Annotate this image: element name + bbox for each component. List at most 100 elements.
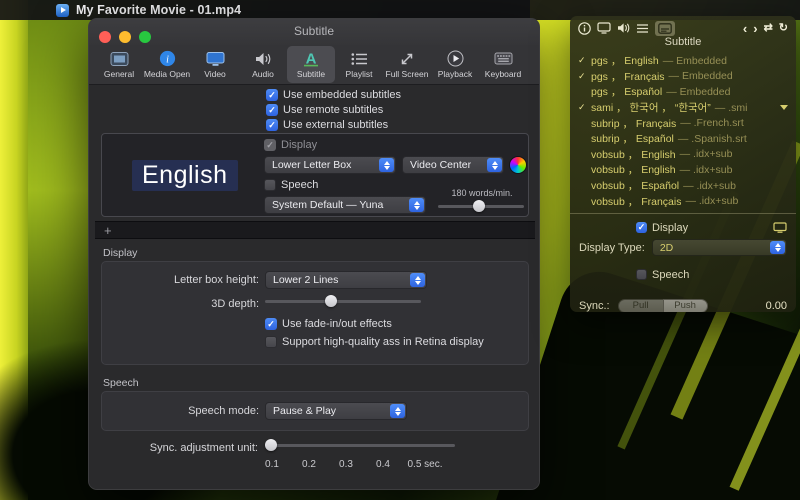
tab-subtitle[interactable]: A Subtitle — [287, 46, 335, 83]
checkbox-box — [264, 139, 276, 151]
subtitle-panel-icon[interactable] — [655, 21, 675, 36]
voice-dropdown[interactable]: System Default — Yuna — [264, 196, 426, 214]
use-remote-subtitles-checkbox[interactable]: Use remote subtitles — [266, 104, 383, 116]
tick-label: 0.1 — [257, 459, 287, 470]
slider-thumb[interactable] — [473, 200, 485, 212]
hud-speech-checkbox[interactable]: Speech — [636, 269, 689, 281]
sync-value: 0.00 — [766, 300, 787, 312]
track-suffix: — .French.srt — [680, 117, 744, 129]
close-button[interactable] — [99, 31, 111, 43]
next-icon[interactable]: › — [753, 23, 757, 34]
letterbox-height-label: Letter box height: — [102, 274, 259, 286]
tab-general[interactable]: General — [95, 46, 143, 83]
sync-push-button[interactable]: Push — [663, 299, 708, 312]
fullscreen-icon — [399, 48, 415, 69]
subtitle-hud-panel: ‹ › ⇄ ↻ Subtitle pgs ， English — Embedde… — [570, 16, 796, 312]
retina-quality-checkbox[interactable]: Support high-quality ass in Retina displ… — [265, 336, 484, 348]
previous-icon[interactable]: ‹ — [743, 23, 747, 34]
slider-thumb[interactable] — [325, 295, 337, 307]
general-icon — [110, 48, 129, 69]
speech-mode-dropdown[interactable]: Pause & Play — [265, 402, 407, 420]
subtitle-track-row[interactable]: sami ， 한국어 ， “한국어” — .smi — [570, 100, 796, 116]
video-center-dropdown[interactable]: Video Center — [402, 156, 504, 174]
speech-rate-slider[interactable] — [438, 200, 524, 212]
slider-thumb[interactable] — [265, 439, 277, 451]
checkbox-box — [264, 179, 276, 191]
monitor-icon[interactable] — [773, 222, 787, 233]
subtitle-track-row[interactable]: vobsub ， English — .idx+sub — [570, 162, 796, 178]
dropdown-value: Lower 2 Lines — [273, 274, 338, 286]
tick-label: 0.5 sec. — [395, 459, 455, 470]
shuffle-icon[interactable]: ⇄ — [764, 23, 773, 34]
chevron-down-icon[interactable] — [780, 105, 788, 110]
tab-video[interactable]: Video — [191, 46, 239, 83]
color-wheel-icon[interactable] — [510, 157, 526, 173]
fade-effects-checkbox[interactable]: Use fade-in/out effects — [265, 318, 392, 330]
window-title: Subtitle — [294, 24, 334, 38]
dropdown-value: Video Center — [410, 159, 471, 171]
speech-rate-label: 180 words/min. — [436, 188, 528, 198]
use-external-subtitles-checkbox[interactable]: Use external subtitles — [266, 119, 388, 131]
tab-playback[interactable]: Playback — [431, 46, 479, 83]
tab-label: Audio — [252, 69, 274, 79]
sync-pull-button[interactable]: Pull — [618, 299, 663, 312]
subtitle-track-row[interactable]: pgs ， Français — Embedded — [570, 69, 796, 85]
sync-unit-slider[interactable] — [265, 439, 455, 451]
tab-full-screen[interactable]: Full Screen — [383, 46, 431, 83]
tab-label: General — [104, 69, 134, 79]
depth-slider[interactable] — [265, 295, 421, 307]
track-suffix: — Embedded — [669, 70, 733, 82]
subtitle-track-row[interactable]: vobsub ， English — .idx+sub — [570, 147, 796, 163]
hud-sync-row: Sync.: Pull Push 0.00 — [570, 297, 796, 312]
track-suffix: — .smi — [715, 102, 748, 114]
minimize-button[interactable] — [119, 31, 131, 43]
use-embedded-subtitles-checkbox[interactable]: Use embedded subtitles — [266, 89, 401, 101]
checkbox-box — [266, 89, 278, 101]
subtitle-track-list: pgs ， English — Embedded pgs ， Français … — [570, 53, 796, 209]
checkbox-box — [266, 119, 278, 131]
speaker-icon[interactable] — [617, 21, 630, 36]
preview-speech-checkbox[interactable]: Speech — [264, 179, 318, 191]
speech-section-title: Speech — [103, 377, 139, 389]
subtitle-track-row[interactable]: pgs ， English — Embedded — [570, 53, 796, 69]
add-subtitle-style-button[interactable]: + — [104, 224, 112, 237]
info-icon[interactable] — [578, 21, 591, 36]
display-type-dropdown[interactable]: 2D — [652, 239, 787, 256]
check-icon — [578, 102, 591, 113]
repeat-icon[interactable]: ↻ — [779, 23, 788, 34]
titlebar[interactable]: Subtitle — [89, 19, 539, 45]
playlist-icon[interactable] — [636, 21, 649, 36]
subtitle-track-row[interactable]: vobsub ， Français — .idx+sub — [570, 193, 796, 209]
hud-title: Subtitle — [570, 36, 796, 51]
checkbox-label: Display — [652, 222, 688, 234]
preview-display-checkbox[interactable]: Display — [264, 139, 317, 151]
app-icon[interactable] — [56, 4, 69, 17]
window-title-menu: My Favorite Movie - 01.mp4 — [76, 3, 241, 17]
tab-audio[interactable]: Audio — [239, 46, 287, 83]
sync-unit-label: Sync. adjustment unit: — [89, 442, 258, 454]
letterbox-position-dropdown[interactable]: Lower Letter Box — [264, 156, 396, 174]
checkbox-box — [266, 104, 278, 116]
subtitle-track-row[interactable]: vobsub ， Español — .idx+sub — [570, 178, 796, 194]
zoom-button[interactable] — [139, 31, 151, 43]
letterbox-height-dropdown[interactable]: Lower 2 Lines — [265, 271, 427, 289]
tab-media-open[interactable]: i Media Open — [143, 46, 191, 83]
tab-playlist[interactable]: Playlist — [335, 46, 383, 83]
subtitle-track-row[interactable]: subrip ， Français — .French.srt — [570, 115, 796, 131]
hud-display-checkbox[interactable]: Display — [636, 222, 688, 234]
subtitle-track-row[interactable]: pgs ， Español — Embedded — [570, 84, 796, 100]
tab-keyboard[interactable]: Keyboard — [479, 46, 527, 83]
tab-label: Video — [204, 69, 226, 79]
hud-speech-row: Speech — [570, 266, 796, 284]
check-icon — [578, 55, 591, 66]
display-icon[interactable] — [597, 21, 611, 36]
track-name: pgs ， English — [591, 53, 659, 68]
sync-label: Sync.: — [579, 300, 610, 312]
preferences-toolbar: General i Media Open Video Audio A Subti… — [89, 45, 539, 85]
hud-display-type-row: Display Type: 2D — [570, 239, 796, 257]
checkbox-label: Use fade-in/out effects — [282, 318, 392, 330]
playlist-icon — [351, 48, 368, 69]
subtitle-preview-row[interactable]: English Display Lower Letter Box Video C… — [101, 133, 529, 217]
subtitle-track-row[interactable]: subrip ， Español — .Spanish.srt — [570, 131, 796, 147]
track-suffix: — .Spanish.srt — [678, 133, 747, 145]
